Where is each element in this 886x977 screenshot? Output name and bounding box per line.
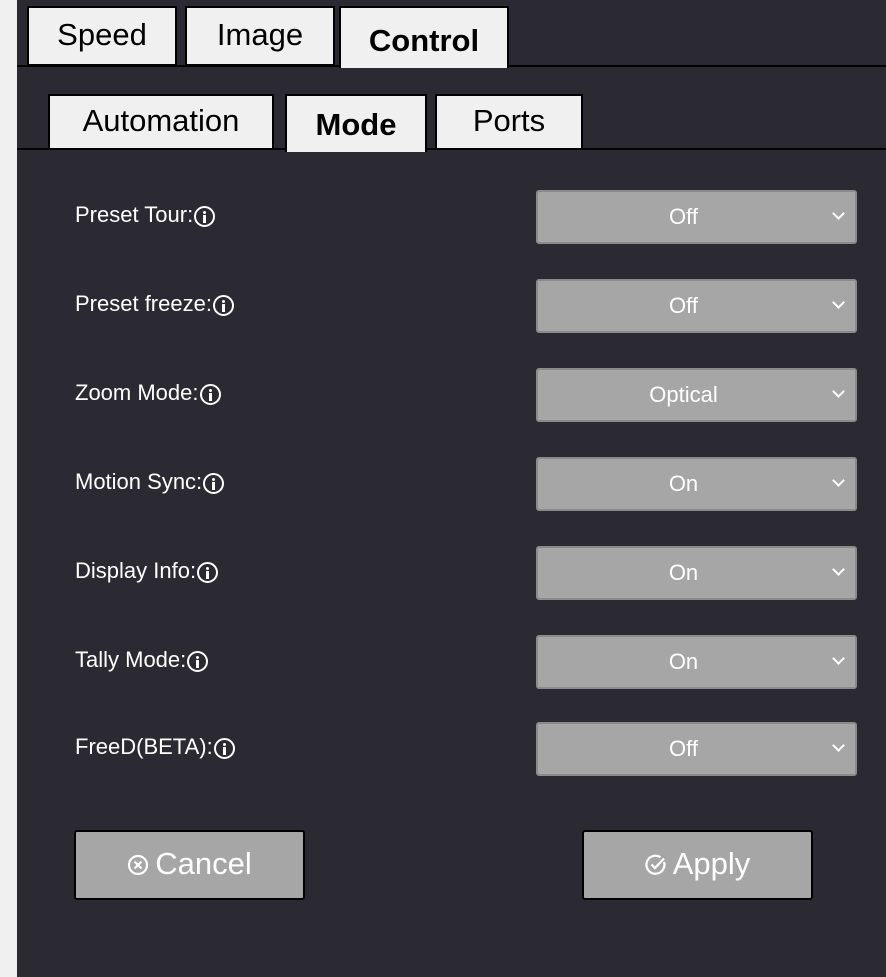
check-circle-icon: [645, 854, 666, 875]
setting-label-text: Display Info:: [75, 558, 197, 583]
setting-label: Motion Sync:: [75, 469, 225, 495]
select-value: Off: [669, 204, 698, 229]
info-icon[interactable]: [199, 384, 221, 405]
tab-image[interactable]: Image: [185, 6, 335, 66]
setting-row-freed: FreeD(BETA): Off: [17, 722, 886, 778]
tab-control[interactable]: Control: [339, 6, 509, 68]
tab-ports[interactable]: Ports: [435, 94, 583, 150]
info-icon[interactable]: [187, 651, 209, 672]
setting-label: Preset freeze:: [75, 291, 234, 317]
setting-label: FreeD(BETA):: [75, 734, 235, 760]
sub-tab-bar: Automation Mode Ports: [17, 68, 886, 152]
display-info-select[interactable]: On: [536, 546, 857, 600]
setting-label: Zoom Mode:: [75, 380, 221, 406]
setting-label-text: Zoom Mode:: [75, 380, 199, 405]
setting-row-tally-mode: Tally Mode: On: [17, 635, 886, 691]
setting-row-zoom-mode: Zoom Mode: Optical: [17, 368, 886, 424]
chevron-down-icon: [832, 207, 845, 220]
setting-label-text: Motion Sync:: [75, 469, 203, 494]
top-tab-bar: Speed Image Control: [17, 0, 886, 68]
setting-label-text: Preset freeze:: [75, 291, 212, 316]
tab-automation[interactable]: Automation: [48, 94, 274, 150]
setting-label-text: Tally Mode:: [75, 647, 187, 672]
cancel-button-label: Cancel: [155, 846, 252, 881]
chevron-down-icon: [832, 474, 845, 487]
select-value: On: [668, 560, 699, 585]
select-value: Off: [669, 293, 698, 318]
motion-sync-select[interactable]: On: [536, 457, 857, 511]
select-value: Off: [669, 736, 698, 761]
freed-select[interactable]: Off: [536, 722, 857, 776]
settings-panel: Speed Image Control Automation Mode Port…: [17, 0, 886, 977]
info-icon[interactable]: [203, 473, 225, 494]
chevron-down-icon: [832, 296, 845, 309]
setting-label: Preset Tour:: [75, 202, 216, 228]
info-icon[interactable]: [197, 562, 219, 583]
info-icon[interactable]: [194, 206, 216, 227]
apply-button[interactable]: Apply: [582, 830, 813, 900]
chevron-down-icon: [832, 563, 845, 576]
chevron-down-icon: [832, 652, 845, 665]
tally-mode-select[interactable]: On: [536, 635, 857, 689]
preset-tour-select[interactable]: Off: [536, 190, 857, 244]
tab-speed[interactable]: Speed: [27, 6, 177, 66]
setting-row-preset-freeze: Preset freeze: Off: [17, 279, 886, 335]
cancel-circle-icon: [128, 854, 149, 876]
select-value: On: [668, 471, 699, 496]
setting-label: Display Info:: [75, 558, 219, 584]
setting-label-text: FreeD(BETA):: [75, 734, 213, 759]
setting-label-text: Preset Tour:: [75, 202, 194, 227]
select-value: Optical: [649, 382, 718, 407]
apply-button-label: Apply: [672, 846, 751, 881]
info-icon[interactable]: [213, 738, 235, 759]
chevron-down-icon: [832, 385, 845, 398]
cancel-button[interactable]: Cancel: [74, 830, 305, 900]
zoom-mode-select[interactable]: Optical: [536, 368, 857, 422]
setting-row-preset-tour: Preset Tour: Off: [17, 190, 886, 246]
select-value: On: [668, 649, 699, 674]
setting-row-display-info: Display Info: On: [17, 546, 886, 602]
tab-mode[interactable]: Mode: [285, 94, 427, 152]
setting-row-motion-sync: Motion Sync: On: [17, 457, 886, 513]
chevron-down-icon: [832, 739, 845, 752]
preset-freeze-select[interactable]: Off: [536, 279, 857, 333]
info-icon[interactable]: [212, 295, 234, 316]
setting-label: Tally Mode:: [75, 647, 209, 673]
